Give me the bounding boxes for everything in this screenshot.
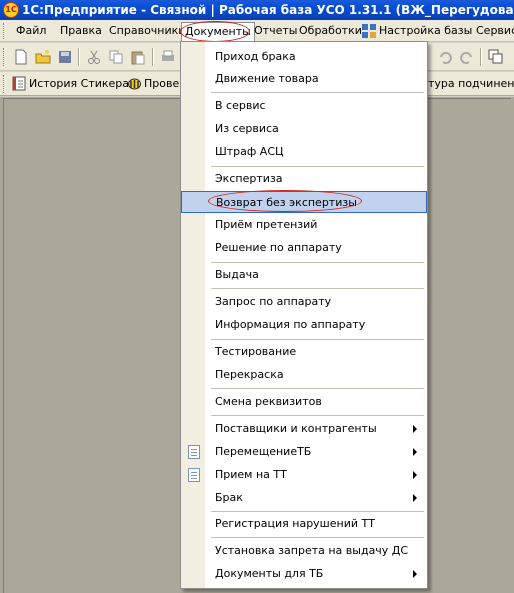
menu-separator: [211, 511, 424, 512]
menu-separator: [211, 537, 424, 538]
copy-icon[interactable]: [108, 49, 124, 65]
menu-item-goods-movement[interactable]: Движение товара: [181, 68, 427, 90]
document-icon: [188, 468, 200, 482]
menu-item-tb-documents[interactable]: Документы для ТБ: [181, 563, 427, 585]
menu-separator: [211, 166, 424, 167]
menu-service[interactable]: Сервис: [473, 23, 514, 39]
submenu-arrow-icon: [413, 448, 417, 456]
window-title: 1С:Предприятие - Связной | Рабочая база …: [22, 3, 514, 17]
undo-icon[interactable]: [437, 49, 453, 65]
menu-edit[interactable]: Правка: [57, 23, 105, 39]
open-folder-icon[interactable]: [35, 49, 51, 65]
menu-item-issue[interactable]: Выдача: [181, 264, 427, 286]
menu-item-tt-receipt[interactable]: Прием на ТТ: [181, 464, 427, 486]
submenu-arrow-icon: [413, 570, 417, 578]
menu-separator: [211, 262, 424, 263]
menubar-grip[interactable]: [3, 23, 6, 39]
menu-separator: [211, 339, 424, 340]
menu-item-device-request[interactable]: Запрос по аппарату: [181, 291, 427, 313]
menu-item-tb-transfer[interactable]: ПеремещениеТБ: [181, 441, 427, 463]
title-bar: 1C 1С:Предприятие - Связной | Рабочая ба…: [0, 0, 514, 20]
new-document-icon[interactable]: [13, 49, 29, 65]
toolbar-grip[interactable]: [3, 48, 6, 66]
redo-icon[interactable]: [459, 49, 475, 65]
menu-item-asc-fine[interactable]: Штраф АСЦ: [181, 141, 427, 163]
menu-item-device-decision[interactable]: Решение по аппарату: [181, 237, 427, 259]
menu-bar: Файл Правка Справочники Документы Отчеты…: [0, 20, 514, 42]
menu-item-from-service[interactable]: Из сервиса: [181, 118, 427, 140]
check-bee-icon: [128, 78, 141, 90]
menu-item-ds-issue-ban[interactable]: Установка запрета на выдачу ДС: [181, 540, 427, 562]
toolbar2-grip[interactable]: [3, 75, 6, 93]
toolbar-separator: [152, 48, 154, 66]
windows-icon[interactable]: [488, 49, 504, 65]
menu-file[interactable]: Файл: [13, 23, 49, 39]
menu-item-return-without-expertise[interactable]: Возврат без экспертизы: [181, 191, 427, 213]
menu-item-defect[interactable]: Брак: [181, 487, 427, 509]
menu-reports[interactable]: Отчеты: [251, 23, 300, 39]
menu-item-testing[interactable]: Тестирование: [181, 341, 427, 363]
app-logo-icon: 1C: [3, 2, 19, 18]
grid-icon: [362, 24, 376, 38]
menu-separator: [211, 288, 424, 289]
history-book-icon: [12, 76, 26, 91]
paste-icon[interactable]: [130, 49, 146, 65]
menu-documents[interactable]: Документы: [181, 22, 255, 42]
submenu-arrow-icon: [413, 471, 417, 479]
sticker-history-button[interactable]: История Стикера: [12, 75, 129, 93]
menu-item-to-service[interactable]: В сервис: [181, 95, 427, 117]
toolbar-separator: [480, 48, 482, 66]
menu-catalogs[interactable]: Справочники: [106, 23, 188, 39]
menu-separator: [211, 388, 424, 389]
menu-processing[interactable]: Обработки: [296, 23, 365, 39]
document-icon: [188, 445, 200, 459]
print-icon[interactable]: [160, 49, 176, 65]
save-icon[interactable]: [57, 49, 73, 65]
toolbar-separator: [78, 48, 80, 66]
menu-item-requisites-change[interactable]: Смена реквизитов: [181, 391, 427, 413]
menu-db-settings[interactable]: Настройка базы: [361, 23, 475, 39]
documents-dropdown-menu: Приход брака Движение товара В сервис Из…: [180, 41, 428, 589]
menu-item-repainting[interactable]: Перекраска: [181, 364, 427, 386]
menu-separator: [211, 92, 424, 93]
subordinate-structure-button[interactable]: тура подчиненнос: [428, 75, 514, 93]
menu-item-defect-receipt[interactable]: Приход брака: [181, 46, 427, 68]
menu-item-claims-receipt[interactable]: Приём претензий: [181, 214, 427, 236]
menu-separator: [211, 415, 424, 416]
submenu-arrow-icon: [413, 425, 417, 433]
submenu-arrow-icon: [413, 494, 417, 502]
cut-icon[interactable]: [86, 49, 102, 65]
menu-item-expertise[interactable]: Экспертиза: [181, 168, 427, 190]
menu-item-tt-violations[interactable]: Регистрация нарушений ТТ: [181, 513, 427, 535]
menu-item-device-info[interactable]: Информация по аппарату: [181, 314, 427, 336]
check-button[interactable]: Провер: [127, 75, 186, 93]
menu-item-suppliers[interactable]: Поставщики и контрагенты: [181, 418, 427, 440]
